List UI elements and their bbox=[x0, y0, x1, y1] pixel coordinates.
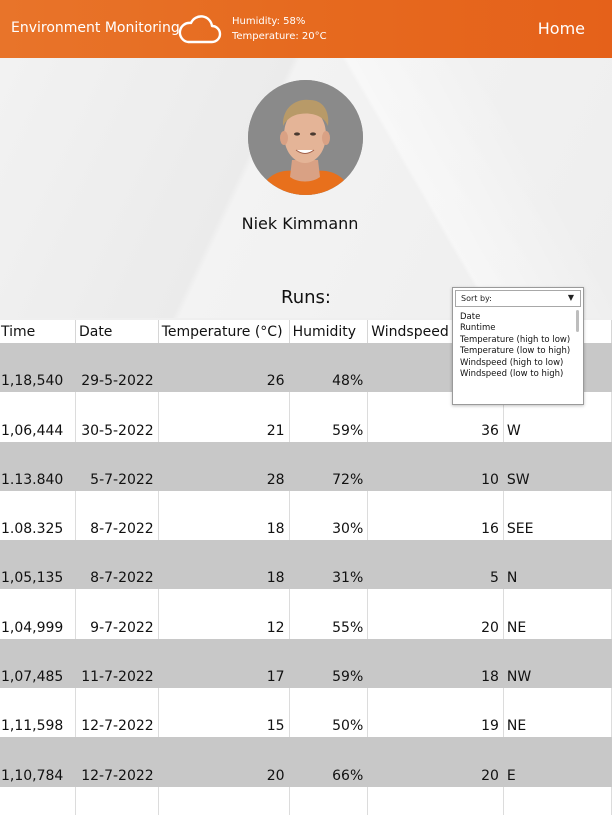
cell-windspeed: 19 bbox=[367, 688, 504, 738]
cell-temperature: 17 bbox=[158, 638, 290, 689]
cell-date: 29-5-2022 bbox=[75, 343, 159, 393]
sort-dropdown[interactable]: Sort by: ▼ Date Runtime Temperature (hig… bbox=[452, 287, 584, 405]
scrollbar[interactable] bbox=[576, 310, 579, 332]
cell-direction: NE bbox=[503, 589, 612, 639]
table-row: 1,11,598 12-7-2022 15 50% 19 NE bbox=[0, 688, 612, 738]
cell-date: 8-7-2022 bbox=[75, 540, 159, 590]
cell-temperature: 20 bbox=[158, 737, 290, 787]
cell-windspeed: 16 bbox=[367, 490, 504, 541]
cell-direction: N bbox=[503, 540, 612, 590]
cell-date bbox=[75, 786, 159, 815]
cell-direction: NE bbox=[503, 688, 612, 738]
table-row: 1.13.840 5-7-2022 28 72% 10 SW bbox=[0, 441, 612, 491]
cell-humidity: 48% bbox=[289, 343, 369, 393]
cell-windspeed: 10 bbox=[367, 441, 504, 491]
table-row: 1,04,999 9-7-2022 12 55% 20 NE bbox=[0, 589, 612, 639]
table-row bbox=[0, 786, 612, 815]
cell-date: 8-7-2022 bbox=[75, 490, 159, 541]
cell-direction: NW bbox=[503, 638, 612, 689]
cell-time: 1,07,485 bbox=[0, 638, 76, 689]
column-header-temperature[interactable]: Temperature (°C) bbox=[158, 320, 290, 343]
cell-temperature bbox=[158, 786, 290, 815]
weather-readout: Humidity: 58% Temperature: 20°C bbox=[232, 14, 327, 44]
column-header-time[interactable]: Time bbox=[0, 320, 76, 343]
cell-direction bbox=[503, 786, 612, 815]
table-row: 1,07,485 11-7-2022 17 59% 18 NW bbox=[0, 638, 612, 689]
cell-temperature: 21 bbox=[158, 392, 290, 442]
top-header: Environment Monitoring Humidity: 58% Tem… bbox=[0, 0, 612, 58]
table-row: 1,05,135 8-7-2022 18 31% 5 N bbox=[0, 540, 612, 590]
cell-windspeed bbox=[367, 786, 504, 815]
home-link[interactable]: Home bbox=[538, 19, 585, 38]
sort-options-list: Date Runtime Temperature (high to low) T… bbox=[460, 312, 578, 380]
cell-humidity: 59% bbox=[289, 638, 369, 689]
cell-time: 1.13.840 bbox=[0, 441, 76, 491]
cell-windspeed: 18 bbox=[367, 638, 504, 689]
cell-time: 1,18,540 bbox=[0, 343, 76, 393]
sort-label: Sort by: bbox=[461, 294, 492, 303]
cell-time: 1,04,999 bbox=[0, 589, 76, 639]
sort-option-temp-high-low[interactable]: Temperature (high to low) bbox=[460, 335, 578, 346]
triangle-down-icon: ▼ bbox=[567, 293, 574, 302]
cell-temperature: 12 bbox=[158, 589, 290, 639]
cell-humidity: 30% bbox=[289, 490, 369, 541]
cell-windspeed: 20 bbox=[367, 737, 504, 787]
sort-option-runtime[interactable]: Runtime bbox=[460, 323, 578, 334]
cell-windspeed: 20 bbox=[367, 589, 504, 639]
cell-date: 11-7-2022 bbox=[75, 638, 159, 689]
sort-option-wind-low-high[interactable]: Windspeed (low to high) bbox=[460, 369, 578, 380]
cell-humidity: 31% bbox=[289, 540, 369, 590]
cell-date: 9-7-2022 bbox=[75, 589, 159, 639]
cell-date: 30-5-2022 bbox=[75, 392, 159, 442]
app-title: Environment Monitoring bbox=[11, 20, 180, 36]
sort-option-date[interactable]: Date bbox=[460, 312, 578, 323]
cell-direction: SEE bbox=[503, 490, 612, 541]
cell-humidity: 66% bbox=[289, 737, 369, 787]
table-row: 1,10,784 12-7-2022 20 66% 20 E bbox=[0, 737, 612, 787]
cell-time: 1,10,784 bbox=[0, 737, 76, 787]
cell-direction: E bbox=[503, 737, 612, 787]
cell-time: 1,11,598 bbox=[0, 688, 76, 738]
temperature-readout: Temperature: 20°C bbox=[232, 31, 327, 42]
cell-humidity: 50% bbox=[289, 688, 369, 738]
cloud-icon bbox=[178, 15, 222, 44]
cell-direction: SW bbox=[503, 441, 612, 491]
cell-date: 12-7-2022 bbox=[75, 737, 159, 787]
column-header-date[interactable]: Date bbox=[75, 320, 159, 343]
table-row: 1.08.325 8-7-2022 18 30% 16 SEE bbox=[0, 490, 612, 541]
avatar-photo bbox=[248, 80, 363, 195]
cell-temperature: 28 bbox=[158, 441, 290, 491]
sort-select[interactable]: Sort by: ▼ bbox=[455, 290, 581, 307]
cell-humidity: 55% bbox=[289, 589, 369, 639]
sort-option-temp-low-high[interactable]: Temperature (low to high) bbox=[460, 346, 578, 357]
cell-humidity: 72% bbox=[289, 441, 369, 491]
cell-temperature: 26 bbox=[158, 343, 290, 393]
cell-time bbox=[0, 786, 76, 815]
profile-name: Niek Kimmann bbox=[241, 214, 359, 233]
cell-time: 1,06,444 bbox=[0, 392, 76, 442]
cell-windspeed: 5 bbox=[367, 540, 504, 590]
cell-temperature: 15 bbox=[158, 688, 290, 738]
cell-time: 1,05,135 bbox=[0, 540, 76, 590]
background-shape bbox=[312, 58, 612, 318]
cell-time: 1.08.325 bbox=[0, 490, 76, 541]
cell-date: 5-7-2022 bbox=[75, 441, 159, 491]
avatar bbox=[248, 80, 363, 195]
cell-humidity bbox=[289, 786, 369, 815]
cell-date: 12-7-2022 bbox=[75, 688, 159, 738]
cell-temperature: 18 bbox=[158, 540, 290, 590]
cell-temperature: 18 bbox=[158, 490, 290, 541]
sort-option-wind-high-low[interactable]: Windspeed (high to low) bbox=[460, 358, 578, 369]
column-header-humidity[interactable]: Humidity bbox=[289, 320, 369, 343]
cell-humidity: 59% bbox=[289, 392, 369, 442]
humidity-readout: Humidity: 58% bbox=[232, 16, 306, 27]
